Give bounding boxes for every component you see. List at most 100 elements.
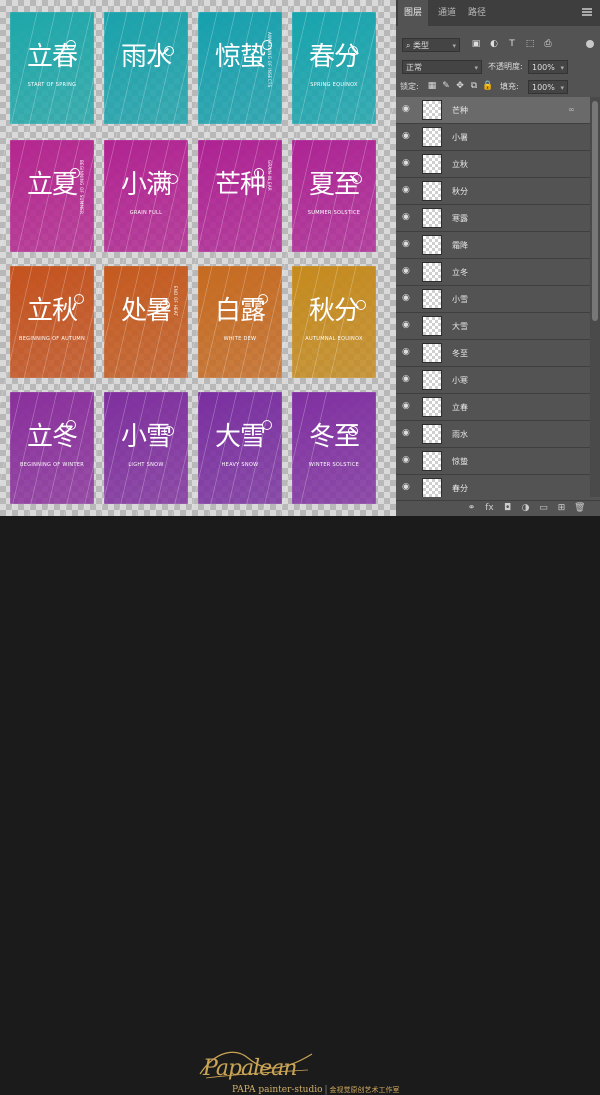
studio-name: PAPA painter-studio (232, 1085, 323, 1095)
visibility-eye-icon[interactable]: ◉ (402, 348, 413, 357)
layer-name: 小雪 (452, 295, 468, 304)
new-layer-icon[interactable]: ⊞ (556, 503, 567, 514)
visibility-eye-icon[interactable]: ◉ (402, 267, 413, 276)
layers-bottom-bar: ⚭ fx ◘ ◑ ▭ ⊞ 🗑 (396, 500, 600, 517)
search-icon: ⌕ (406, 41, 414, 50)
group-icon[interactable]: ▭ (538, 503, 549, 514)
lock-position-icon[interactable]: ✥ (454, 80, 466, 93)
layer-row[interactable]: ◉ 春分 (396, 475, 590, 497)
opacity-value: 100% (532, 63, 555, 72)
filter-toggle-icon[interactable] (586, 40, 594, 48)
layer-thumbnail (422, 262, 442, 282)
tab-paths[interactable]: 路径 (462, 0, 492, 26)
layers-scroll-thumb[interactable] (592, 101, 598, 321)
visibility-eye-icon[interactable]: ◉ (402, 483, 413, 492)
studio-tagline: PAPA painter-studio | 金视觉原创艺术工作室 (232, 1085, 400, 1095)
guide-line (171, 0, 293, 516)
layer-thumbnail (422, 100, 442, 120)
layer-row[interactable]: ◉ 霜降 (396, 232, 590, 259)
layer-name: 雨水 (452, 430, 468, 439)
layer-row[interactable]: ◉ 秋分 (396, 178, 590, 205)
panel-menu-icon[interactable] (582, 8, 592, 16)
guide-line (135, 0, 257, 516)
guide-line (189, 0, 311, 516)
layer-row[interactable]: ◉ 寒露 (396, 205, 590, 232)
layer-thumbnail (422, 343, 442, 363)
blend-mode-label: 正常 (406, 63, 422, 72)
guide-line (63, 0, 185, 516)
visibility-eye-icon[interactable]: ◉ (402, 240, 413, 249)
layer-row[interactable]: ◉ 惊蛰 (396, 448, 590, 475)
layer-row[interactable]: ◉ 冬至 (396, 340, 590, 367)
mask-icon[interactable]: ◘ (502, 503, 513, 514)
opacity-label: 不透明度: (488, 62, 523, 71)
lock-artboard-icon[interactable]: ⧉ (468, 80, 480, 93)
guide-line (9, 0, 131, 516)
lock-transparency-icon[interactable]: ▦ (426, 80, 438, 93)
image-filter-icon[interactable]: ▣ (470, 38, 482, 51)
opacity-field[interactable]: 100% ▾ (528, 60, 568, 74)
tab-layers[interactable]: 图层 (398, 0, 429, 26)
lock-pixels-icon[interactable]: ✎ (440, 80, 452, 93)
guide-line (99, 0, 221, 516)
visibility-eye-icon[interactable]: ◉ (402, 186, 413, 195)
smart-filter-icon[interactable]: ⎙ (542, 38, 554, 51)
visibility-eye-icon[interactable]: ◉ (402, 456, 413, 465)
layer-row[interactable]: ◉ 小暑 (396, 124, 590, 151)
adjust-filter-icon[interactable]: ◐ (488, 38, 500, 51)
fill-field[interactable]: 100% ▾ (528, 80, 568, 94)
layer-thumbnail (422, 370, 442, 390)
layer-row[interactable]: ◉ 小雪 (396, 286, 590, 313)
blend-mode-select[interactable]: 正常 ▾ (402, 60, 482, 74)
guide-line (0, 0, 113, 483)
layer-name: 立冬 (452, 268, 468, 277)
chevron-down-icon: ▾ (474, 64, 478, 72)
guide-line (0, 0, 59, 251)
shape-filter-icon[interactable]: ⬚ (524, 38, 536, 51)
layer-row[interactable]: ◉ 小寒 (396, 367, 590, 394)
signature-text: Papalean (203, 1056, 297, 1081)
text-filter-icon[interactable]: T (506, 38, 518, 51)
filter-kind-select[interactable]: ⌕ 类型 ▾ (402, 38, 460, 52)
layer-row[interactable]: ◉ 立冬 (396, 259, 590, 286)
visibility-eye-icon[interactable]: ◉ (402, 429, 413, 438)
visibility-eye-icon[interactable]: ◉ (402, 105, 413, 114)
chevron-down-icon: ▾ (560, 64, 564, 72)
visibility-eye-icon[interactable]: ◉ (402, 294, 413, 303)
visibility-eye-icon[interactable]: ◉ (402, 159, 413, 168)
fill-value: 100% (532, 83, 555, 92)
layer-thumbnail (422, 424, 442, 444)
lock-all-icon[interactable]: 🔒 (482, 80, 494, 93)
tab-channels[interactable]: 通道 (432, 0, 462, 26)
document-canvas[interactable]: 立春 START OF SPRING 雨水 惊蛰 AWAKENING OF INSECT… (0, 0, 396, 516)
layer-thumbnail (422, 478, 442, 497)
layer-row[interactable]: ◉ 立秋 (396, 151, 590, 178)
layer-name: 霜降 (452, 241, 468, 250)
guide-line (243, 0, 365, 516)
layer-name: 小寒 (452, 376, 468, 385)
fx-icon[interactable]: fx (484, 503, 495, 514)
guide-line (117, 0, 239, 516)
layers-scrollbar[interactable] (590, 97, 600, 497)
layer-row[interactable]: ◉ 立春 (396, 394, 590, 421)
layer-row[interactable]: ◉ 大雪 (396, 313, 590, 340)
layer-name: 惊蛰 (452, 457, 468, 466)
visibility-eye-icon[interactable]: ◉ (402, 402, 413, 411)
layer-row[interactable]: ◉ 雨水 (396, 421, 590, 448)
visibility-eye-icon[interactable]: ◉ (402, 375, 413, 384)
trash-icon[interactable]: 🗑 (574, 503, 585, 514)
adjustment-icon[interactable]: ◑ (520, 503, 531, 514)
guide-line (153, 0, 275, 516)
layer-row[interactable]: ◉ 芒种 ∞ (396, 97, 590, 124)
layer-name: 冬至 (452, 349, 468, 358)
chevron-down-icon: ▾ (452, 42, 456, 50)
guide-line (0, 0, 95, 406)
footer-banner: Papalean PAPA painter-studio | 金视觉原创艺术工作室 (0, 516, 600, 1095)
link-layers-icon[interactable]: ⚭ (466, 503, 477, 514)
visibility-eye-icon[interactable]: ◉ (402, 132, 413, 141)
guide-line (27, 0, 149, 516)
layer-thumbnail (422, 127, 442, 147)
visibility-eye-icon[interactable]: ◉ (402, 213, 413, 222)
visibility-eye-icon[interactable]: ◉ (402, 321, 413, 330)
guide-line (279, 15, 396, 516)
